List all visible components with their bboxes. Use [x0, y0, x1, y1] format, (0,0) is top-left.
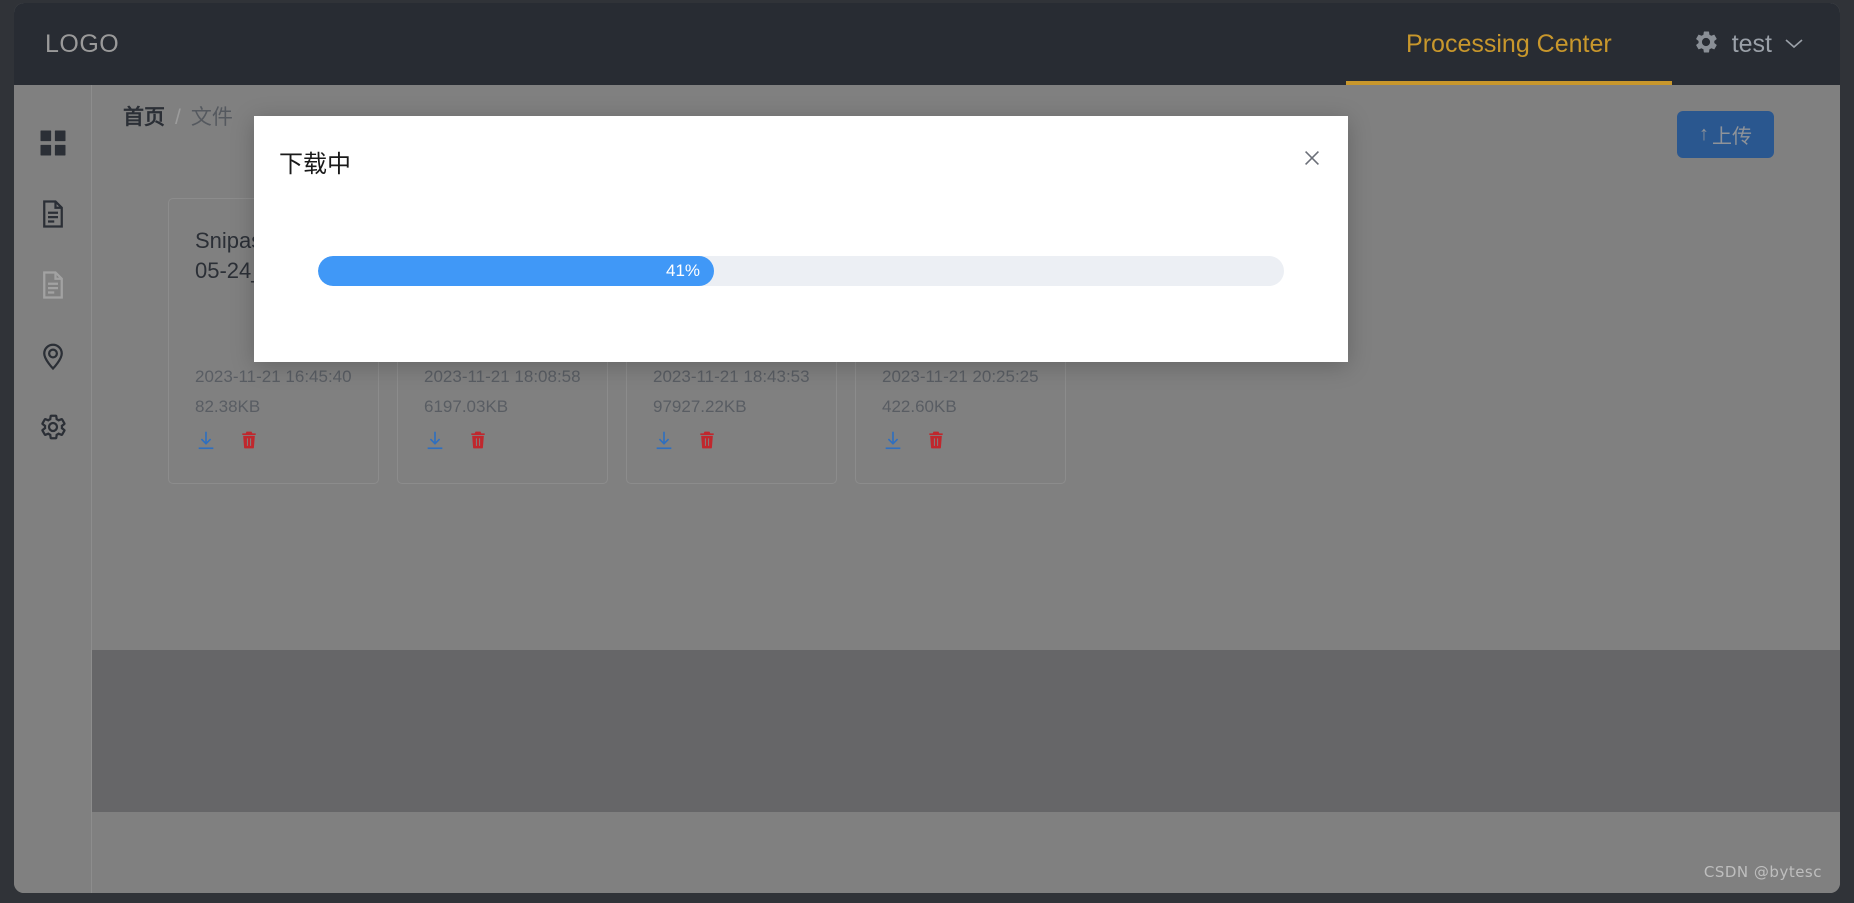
dialog-title: 下载中 [279, 151, 351, 178]
user-menu[interactable]: test [1672, 28, 1840, 61]
sidebar-item-locations[interactable] [14, 320, 92, 391]
download-icon[interactable] [653, 429, 675, 456]
gear-icon [1692, 28, 1720, 61]
sidebar [14, 85, 92, 893]
breadcrumb: 首页 / 文件 [123, 101, 233, 131]
footer-band [92, 650, 1840, 812]
username-label: test [1731, 29, 1772, 58]
app-window: LOGO Processing Center test 首页 / 文件 ↑ 上传… [14, 3, 1840, 893]
progress-fill: 41% [318, 256, 715, 286]
file-date: 2023-11-21 16:45:40 [195, 367, 352, 386]
file-card-actions [195, 429, 352, 456]
file-card-actions [653, 429, 810, 456]
download-icon[interactable] [424, 429, 446, 456]
sidebar-item-drafts[interactable] [14, 249, 92, 320]
trash-icon[interactable] [239, 429, 259, 456]
upload-arrow-icon: ↑ [1699, 123, 1709, 145]
trash-icon[interactable] [468, 429, 488, 456]
file-date: 2023-11-21 20:25:25 [882, 367, 1039, 386]
upload-button[interactable]: ↑ 上传 [1677, 111, 1774, 158]
file-size: 422.60KB [882, 397, 957, 416]
tab-processing-center-label: Processing Center [1406, 29, 1612, 58]
breadcrumb-current: 文件 [190, 106, 233, 129]
location-pin-icon [38, 341, 68, 371]
app-logo[interactable]: LOGO [45, 30, 119, 59]
top-header: LOGO Processing Center test [14, 3, 1840, 85]
progress-track: 41% [318, 256, 1284, 286]
upload-button-label: 上传 [1712, 126, 1752, 148]
download-progress-dialog: 下载中 41% [254, 116, 1348, 362]
close-icon[interactable] [1298, 144, 1326, 172]
download-icon[interactable] [882, 429, 904, 456]
grid-icon [38, 128, 68, 158]
breadcrumb-home[interactable]: 首页 [123, 101, 165, 131]
sidebar-item-settings[interactable] [14, 391, 92, 462]
document-icon [38, 199, 68, 229]
watermark: CSDN @bytesc [1703, 863, 1822, 881]
file-date: 2023-11-21 18:43:53 [653, 367, 810, 386]
file-date: 2023-11-21 18:08:58 [424, 367, 581, 386]
download-icon[interactable] [195, 429, 217, 456]
document-outline-icon [38, 270, 68, 300]
tab-processing-center[interactable]: Processing Center [1346, 3, 1672, 85]
trash-icon[interactable] [926, 429, 946, 456]
gear-icon [38, 412, 68, 442]
chevron-down-icon [1784, 34, 1804, 54]
file-size: 82.38KB [195, 397, 261, 416]
header-right-group: Processing Center test [1346, 3, 1840, 85]
file-card-actions [424, 429, 581, 456]
breadcrumb-separator: / [175, 106, 181, 129]
file-size: 6197.03KB [424, 397, 509, 416]
progress-row: 41% [318, 256, 1284, 286]
sidebar-item-dashboard[interactable] [14, 107, 92, 178]
file-size: 97927.22KB [653, 397, 747, 416]
trash-icon[interactable] [697, 429, 717, 456]
sidebar-item-files[interactable] [14, 178, 92, 249]
file-card-actions [882, 429, 1039, 456]
progress-label: 41% [666, 261, 701, 280]
